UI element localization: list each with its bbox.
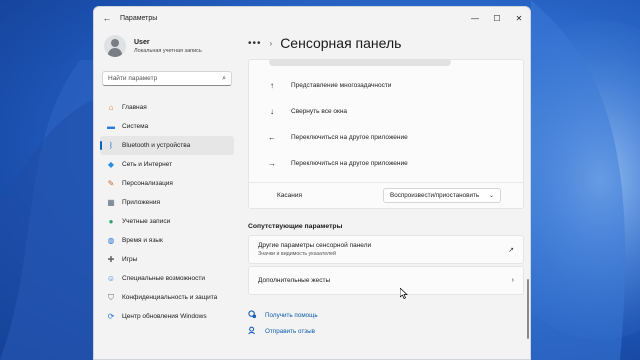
- main-content: ••• › Сенсорная панель ↑ Представление мн…: [240, 29, 530, 359]
- bluetooth-icon: ᛒ: [108, 141, 114, 150]
- arrow-icon: ↑: [270, 80, 274, 90]
- taps-dropdown[interactable]: Воспроизвести/приостановить ⌄: [383, 188, 501, 203]
- wifi-icon: ◆: [107, 160, 115, 169]
- breadcrumb: ••• › Сенсорная панель: [248, 35, 401, 51]
- shield-icon: ⛉: [108, 292, 114, 302]
- taps-setting-row: Касания Воспроизвести/приостановить ⌄: [249, 182, 523, 208]
- mouse-cursor-icon: [400, 288, 408, 299]
- sidebar-item-label: Главная: [122, 104, 147, 111]
- gesture-label: Переключиться на другое приложение: [291, 133, 408, 141]
- chevron-down-icon: ⌄: [488, 193, 494, 199]
- sidebar-item-shield[interactable]: ⛉ Конфиденциальность и защита: [100, 288, 234, 307]
- sidebar-item-bluetooth[interactable]: ᛒ Bluetooth и устройства: [100, 136, 234, 155]
- page-title: Сенсорная панель: [280, 35, 402, 51]
- breadcrumb-more-button[interactable]: •••: [248, 38, 262, 49]
- sidebar-item-label: Центр обновления Windows: [122, 313, 207, 320]
- external-link-icon: ↗: [508, 246, 514, 254]
- sidebar-item-label: Конфиденциальность и защита: [122, 294, 218, 301]
- sidebar-item-label: Bluetooth и устройства: [122, 142, 191, 149]
- back-button[interactable]: ←: [96, 7, 118, 29]
- sidebar-item-globe[interactable]: ◍ Время и язык: [100, 231, 234, 250]
- home-icon: ⌂: [108, 103, 114, 112]
- gesture-illustration: [269, 59, 451, 66]
- gesture-row: ↑ Представление многозадачности: [249, 72, 523, 98]
- search-placeholder: Найти параметр: [108, 75, 158, 82]
- close-button[interactable]: ✕: [508, 7, 530, 29]
- sidebar-item-update[interactable]: ⟳ Центр обновления Windows: [100, 307, 234, 326]
- sidebar-item-accessibility[interactable]: ☺ Специальные возможности: [100, 269, 234, 288]
- account-type: Локальная учетная запись: [134, 47, 202, 54]
- maximize-button[interactable]: ☐: [486, 7, 508, 29]
- sidebar: User Локальная учетная запись Найти пара…: [94, 29, 239, 359]
- arrow-icon: ←: [268, 132, 276, 142]
- link-title: Другие параметры сенсорной панели: [258, 242, 372, 249]
- settings-scroll-area[interactable]: ↑ Представление многозадачности ↓ Свернуть …: [248, 59, 524, 359]
- update-icon: ⟳: [107, 312, 115, 321]
- sidebar-item-label: Система: [122, 123, 149, 130]
- help-icon: [248, 309, 258, 321]
- other-touchpad-settings-link[interactable]: Другие параметры сенсорной панели Значки…: [248, 235, 524, 264]
- send-feedback-link[interactable]: Отправить отзыв: [248, 323, 524, 339]
- sidebar-item-accounts[interactable]: ● Учетные записи: [100, 212, 234, 231]
- gesture-list: ↑ Представление многозадачности ↓ Свернуть …: [249, 72, 523, 176]
- monitor-icon: ▬: [107, 122, 115, 131]
- gesture-row: ↓ Свернуть все окна: [249, 98, 523, 124]
- send-feedback-label: Отправить отзыв: [265, 327, 315, 335]
- settings-window: ← Параметры — ☐ ✕ User Локальная учетная…: [93, 6, 531, 360]
- brush-icon: ✎: [107, 179, 115, 188]
- globe-icon: ◍: [107, 236, 115, 245]
- chevron-right-icon: ›: [269, 38, 273, 48]
- feedback-icon: [248, 326, 258, 337]
- search-icon: ⌕: [222, 74, 226, 82]
- get-help-label: Получить помощь: [265, 311, 318, 319]
- taps-dropdown-value: Воспроизвести/приостановить: [390, 192, 480, 199]
- sidebar-item-label: Персонализация: [122, 180, 173, 187]
- sidebar-item-label: Игры: [122, 256, 138, 263]
- app-title: Параметры: [120, 14, 158, 22]
- scrollbar-thumb[interactable]: [527, 279, 529, 339]
- sidebar-item-monitor[interactable]: ▬ Система: [100, 117, 234, 136]
- search-input[interactable]: Найти параметр ⌕: [102, 71, 232, 86]
- accounts-icon: ●: [108, 217, 114, 226]
- sidebar-item-label: Приложения: [122, 199, 161, 206]
- user-name: User: [134, 38, 150, 46]
- related-settings-heading: Сопутствующие параметры: [248, 223, 343, 230]
- link-subtitle: Значки и видимость указателей: [258, 251, 336, 257]
- title-bar: ← Параметры — ☐ ✕: [94, 7, 530, 29]
- sidebar-nav: ⌂ Главная ▬ Система ᛒ Bluetooth и устройства ◆…: [100, 98, 234, 326]
- gesture-label: Переключиться на другое приложение: [291, 159, 408, 167]
- sidebar-item-wifi[interactable]: ◆ Сеть и Интернет: [100, 155, 234, 174]
- sidebar-item-label: Учетные записи: [122, 218, 171, 225]
- window-controls: — ☐ ✕: [464, 7, 530, 29]
- avatar: [104, 35, 126, 57]
- gesture-row: → Переключиться на другое приложение: [249, 150, 523, 176]
- taps-label: Касания: [277, 192, 303, 199]
- sidebar-item-gamepad[interactable]: ✚ Игры: [100, 250, 234, 269]
- sidebar-item-label: Специальные возможности: [122, 275, 205, 282]
- additional-gestures-link[interactable]: Дополнительные жесты ›: [248, 266, 524, 295]
- gesture-label: Представление многозадачности: [291, 81, 392, 89]
- minimize-button[interactable]: —: [464, 7, 486, 29]
- arrow-icon: →: [268, 158, 276, 168]
- apps-icon: ▦: [107, 198, 115, 207]
- accessibility-icon: ☺: [106, 274, 116, 283]
- chevron-right-icon: ›: [511, 277, 514, 284]
- sidebar-item-label: Сеть и Интернет: [122, 161, 173, 168]
- get-help-link[interactable]: Получить помощь: [248, 307, 524, 323]
- sidebar-item-home[interactable]: ⌂ Главная: [100, 98, 234, 117]
- help-links: Получить помощь Отправить отзыв: [248, 307, 524, 339]
- arrow-icon: ↓: [270, 106, 274, 116]
- sidebar-item-apps[interactable]: ▦ Приложения: [100, 193, 234, 212]
- sidebar-item-label: Время и язык: [122, 237, 163, 244]
- gesture-label: Свернуть все окна: [291, 107, 348, 115]
- back-arrow-icon: ←: [102, 13, 112, 23]
- gamepad-icon: ✚: [107, 255, 115, 264]
- gesture-row: ← Переключиться на другое приложение: [249, 124, 523, 150]
- sidebar-item-brush[interactable]: ✎ Персонализация: [100, 174, 234, 193]
- gestures-card: ↑ Представление многозадачности ↓ Свернуть …: [248, 59, 524, 209]
- link-title: Дополнительные жесты: [258, 277, 331, 284]
- user-profile[interactable]: User Локальная учетная запись: [104, 35, 202, 57]
